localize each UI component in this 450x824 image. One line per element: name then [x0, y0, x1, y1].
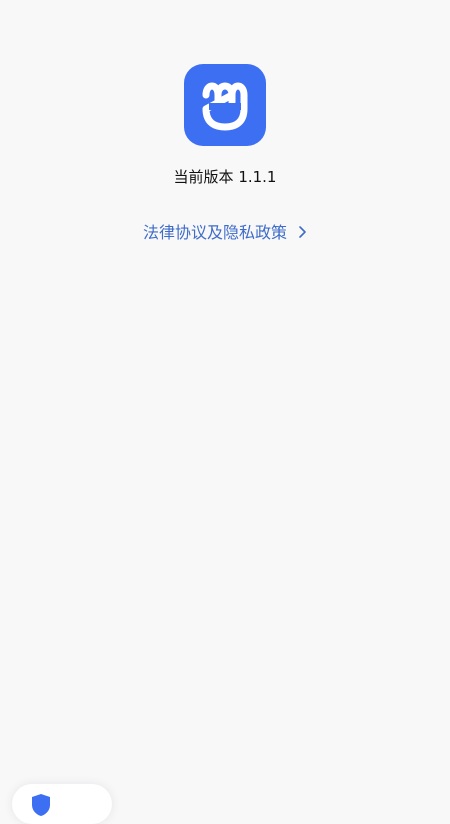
- floating-security-button[interactable]: [12, 784, 112, 824]
- shield-icon: [30, 793, 52, 821]
- legal-privacy-link-label: 法律协议及隐私政策: [142, 223, 287, 242]
- app-logo-icon: [184, 64, 266, 146]
- legal-privacy-link[interactable]: 法律协议及隐私政策: [0, 220, 450, 247]
- version-number: 1.1.1: [238, 168, 277, 186]
- smile-m-logo-icon: [202, 82, 248, 131]
- chevron-right-icon: [298, 221, 307, 247]
- version-info: 当前版本 1.1.1: [0, 166, 450, 188]
- version-label: 当前版本: [173, 168, 234, 186]
